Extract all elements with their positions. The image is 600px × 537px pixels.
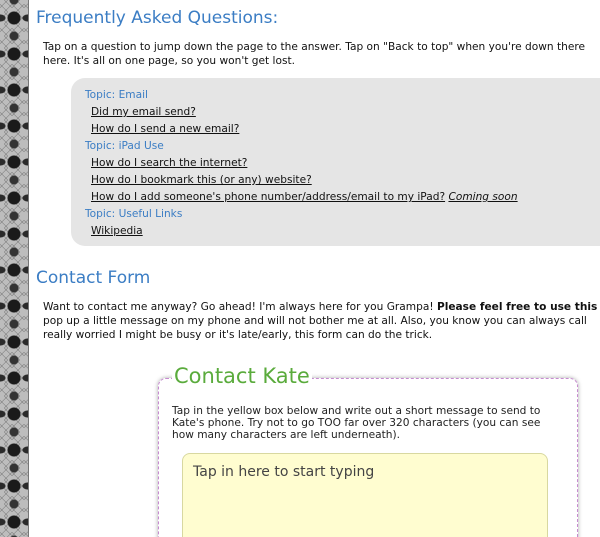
main-content: Frequently Asked Questions: Tap on a que…	[36, 0, 600, 537]
contact-form-instructions: Tap in the yellow box below and write ou…	[172, 405, 541, 441]
faq-row-add-contact: How do I add someone's phone number/addr…	[91, 190, 518, 204]
contact-intro-bold: Please feel free to use this f	[436, 301, 600, 313]
contact-intro-line-2: pop up a little message on my phone and …	[43, 315, 587, 327]
damask-border	[0, 0, 29, 537]
topic-useful-links: Topic: Useful Links	[85, 208, 183, 220]
topic-ipad-use: Topic: iPad Use	[85, 140, 164, 152]
message-textarea[interactable]	[182, 453, 548, 537]
contact-intro-line-1a: Want to contact me anyway? Go ahead! I'm…	[43, 301, 437, 313]
faq-link-bookmark-website[interactable]: How do I bookmark this (or any) website?	[91, 173, 312, 187]
faq-link-add-contact[interactable]: How do I add someone's phone number/addr…	[91, 191, 445, 203]
faq-link-wikipedia[interactable]: Wikipedia	[91, 224, 143, 238]
faq-index-box: Topic: Email Did my email send? How do I…	[71, 78, 600, 246]
faq-intro: Tap on a question to jump down the page …	[43, 40, 585, 68]
faq-link-send-new-email[interactable]: How do I send a new email?	[91, 122, 239, 136]
topic-email: Topic: Email	[85, 89, 148, 101]
faq-heading: Frequently Asked Questions:	[36, 8, 279, 28]
faq-intro-line-2: here. It's all on one page, so you won't…	[43, 55, 295, 67]
faq-link-did-my-email-send[interactable]: Did my email send?	[91, 105, 196, 119]
contact-intro: Want to contact me anyway? Go ahead! I'm…	[43, 300, 600, 342]
coming-soon-note: Coming soon	[448, 191, 518, 203]
contact-intro-line-3: really worried I might be busy or it's l…	[43, 329, 433, 341]
faq-link-search-internet[interactable]: How do I search the internet?	[91, 156, 247, 170]
faq-intro-line-1: Tap on a question to jump down the page …	[43, 41, 586, 53]
contact-heading: Contact Form	[36, 268, 151, 288]
contact-form-title: Contact Kate	[172, 364, 312, 388]
